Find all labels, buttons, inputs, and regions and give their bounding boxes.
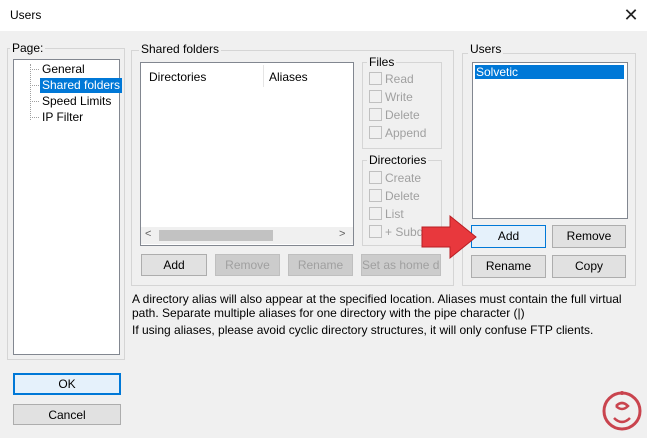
subdirs-checkbox[interactable] xyxy=(369,225,382,238)
tree-item-general[interactable]: General xyxy=(40,62,87,77)
dir-delete-label: Delete xyxy=(385,189,420,203)
ok-button[interactable]: OK xyxy=(13,373,121,395)
tree-connector-icon xyxy=(30,64,31,120)
create-checkbox[interactable] xyxy=(369,171,382,184)
rename-user-button[interactable]: Rename xyxy=(471,255,546,278)
scroll-right-icon[interactable]: > xyxy=(339,228,345,240)
horizontal-scrollbar[interactable]: < > xyxy=(141,227,353,244)
tree-branch-icon xyxy=(30,117,39,118)
write-checkbox[interactable] xyxy=(369,90,382,103)
cancel-button[interactable]: Cancel xyxy=(13,404,121,425)
shared-folders-label: Shared folders xyxy=(139,42,222,56)
read-checkbox[interactable] xyxy=(369,72,382,85)
page-tree[interactable]: General Shared folders Speed Limits IP F… xyxy=(13,59,123,355)
close-icon[interactable]: ✕ xyxy=(620,4,642,26)
pointer-arrow-icon xyxy=(421,214,477,260)
users-list[interactable]: Solvetic xyxy=(472,62,628,219)
tree-branch-icon xyxy=(30,85,39,86)
column-header-aliases[interactable]: Aliases xyxy=(269,70,308,84)
tree-item-ip-filter[interactable]: IP Filter xyxy=(40,110,85,125)
append-checkbox[interactable] xyxy=(369,126,382,139)
tree-item-shared-folders[interactable]: Shared folders xyxy=(40,78,123,93)
add-user-button[interactable]: Add xyxy=(471,225,546,248)
list-checkbox[interactable] xyxy=(369,207,382,220)
scroll-left-icon[interactable]: < xyxy=(145,228,151,240)
read-label: Read xyxy=(385,72,414,86)
window-title: Users xyxy=(10,8,42,22)
remove-folder-button[interactable]: Remove xyxy=(215,254,280,276)
dir-delete-checkbox[interactable] xyxy=(369,189,382,202)
create-label: Create xyxy=(385,171,422,185)
directories-group-label: Directories xyxy=(367,153,429,167)
tree-item-speed-limits[interactable]: Speed Limits xyxy=(40,94,113,109)
file-delete-checkbox[interactable] xyxy=(369,108,382,121)
write-label: Write xyxy=(385,90,413,104)
title-bar xyxy=(0,0,647,31)
scroll-thumb[interactable] xyxy=(159,230,273,241)
append-label: Append xyxy=(385,126,427,140)
alias-info-line1: A directory alias will also appear at th… xyxy=(132,292,622,306)
users-group-label: Users xyxy=(468,42,504,56)
list-label: List xyxy=(385,207,404,221)
directories-list[interactable]: Directories Aliases < > xyxy=(140,62,354,246)
alias-info-line2: path. Separate multiple aliases for one … xyxy=(132,306,525,320)
remove-user-button[interactable]: Remove xyxy=(552,225,626,248)
files-group-label: Files xyxy=(367,55,397,69)
copy-user-button[interactable]: Copy xyxy=(552,255,626,278)
page-group-label: Page: xyxy=(10,41,46,55)
alias-info-line3: If using aliases, please avoid cyclic di… xyxy=(132,323,594,337)
file-delete-label: Delete xyxy=(385,108,420,122)
add-folder-button[interactable]: Add xyxy=(141,254,207,276)
rename-folder-button[interactable]: Rename xyxy=(288,254,353,276)
watermark-logo-icon xyxy=(602,391,642,431)
user-item-solvetic[interactable]: Solvetic xyxy=(475,65,624,79)
tree-branch-icon xyxy=(30,69,39,70)
tree-branch-icon xyxy=(30,101,39,102)
column-header-directories[interactable]: Directories xyxy=(149,70,206,84)
column-divider xyxy=(263,65,264,87)
